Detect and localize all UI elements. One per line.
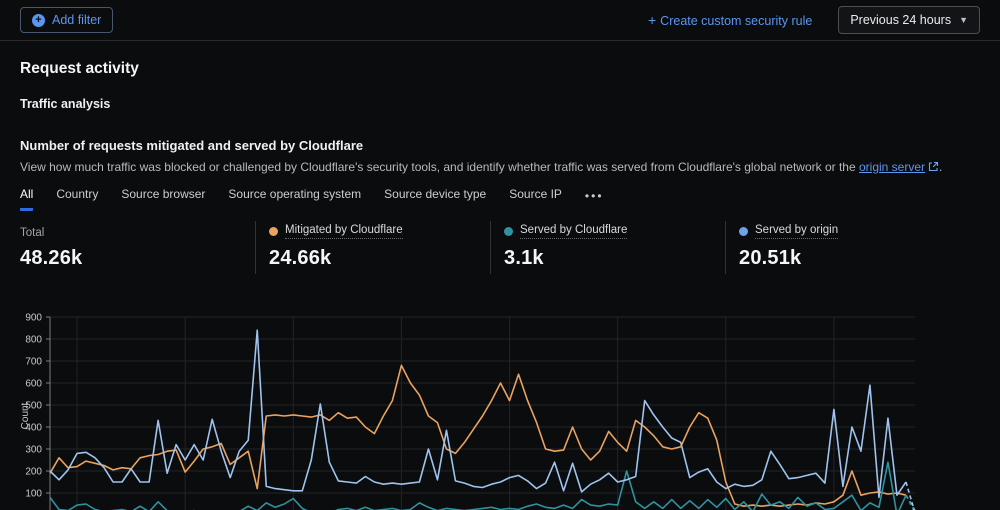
- stat-mitigated: Mitigated by Cloudflare 24.66k: [255, 221, 490, 274]
- svg-text:Count: Count: [20, 402, 31, 429]
- time-range-value: Previous 24 hours: [850, 13, 952, 27]
- stat-mitigated-label[interactable]: Mitigated by Cloudflare: [285, 224, 403, 239]
- served-origin-legend-dot: [739, 227, 748, 236]
- toolbar-right: + Create custom security rule Previous 24…: [648, 6, 980, 34]
- external-link-icon: [928, 161, 939, 175]
- svg-text:200: 200: [25, 467, 42, 478]
- svg-text:300: 300: [25, 445, 42, 456]
- tab-source-device-type[interactable]: Source device type: [384, 187, 486, 211]
- stat-mitigated-value: 24.66k: [269, 247, 332, 269]
- tab-country[interactable]: Country: [56, 187, 98, 211]
- svg-text:700: 700: [25, 357, 42, 368]
- add-filter-button[interactable]: + Add filter: [20, 7, 114, 33]
- add-filter-label: Add filter: [52, 13, 102, 27]
- dimension-tabs: All Country Source browser Source operat…: [20, 187, 980, 211]
- tab-source-ip[interactable]: Source IP: [509, 187, 562, 211]
- stat-served-cloudflare-label[interactable]: Served by Cloudflare: [520, 224, 628, 239]
- stat-total-value: 48.26k: [20, 247, 83, 269]
- stat-served-origin: Served by origin 20.51k: [725, 221, 960, 274]
- tab-source-browser[interactable]: Source browser: [121, 187, 205, 211]
- svg-text:800: 800: [25, 335, 42, 346]
- create-custom-security-rule-link[interactable]: + Create custom security rule: [648, 12, 812, 28]
- tab-all[interactable]: All: [20, 187, 34, 211]
- tabs-overflow-button[interactable]: •••: [585, 189, 604, 210]
- stat-served-origin-label[interactable]: Served by origin: [755, 224, 839, 239]
- toolbar: + Add filter + Create custom security rul…: [0, 0, 1000, 41]
- traffic-chart[interactable]: 010020030040050060070080090018:0021:00Sa…: [20, 307, 980, 510]
- traffic-chart-container: 010020030040050060070080090018:0021:00Sa…: [20, 307, 980, 510]
- chart-section-description: View how much traffic was blocked or cha…: [20, 160, 943, 175]
- main-content: Request activity Traffic analysis Number…: [0, 60, 1000, 510]
- chart-section-heading: Number of requests mitigated and served …: [20, 138, 364, 153]
- plus-circle-icon: +: [32, 13, 45, 27]
- svg-text:900: 900: [25, 313, 42, 324]
- svg-text:100: 100: [25, 489, 42, 500]
- stat-served-origin-value: 20.51k: [739, 247, 802, 269]
- tab-source-operating-system[interactable]: Source operating system: [228, 187, 361, 211]
- page-title: Request activity: [20, 60, 139, 77]
- mitigated-legend-dot: [269, 227, 278, 236]
- stat-served-cloudflare-value: 3.1k: [504, 247, 544, 269]
- chevron-down-icon: ▼: [959, 15, 968, 25]
- svg-text:600: 600: [25, 379, 42, 390]
- stat-total-label: Total: [20, 227, 45, 239]
- served-cloudflare-legend-dot: [504, 227, 513, 236]
- time-range-dropdown[interactable]: Previous 24 hours ▼: [838, 6, 980, 34]
- stat-total: Total 48.26k: [20, 221, 255, 274]
- summary-stats: Total 48.26k Mitigated by Cloudflare 24.…: [20, 221, 980, 274]
- stat-served-cloudflare: Served by Cloudflare 3.1k: [490, 221, 725, 274]
- plus-icon: +: [647, 12, 657, 28]
- origin-server-link[interactable]: origin server: [859, 160, 925, 174]
- traffic-analysis-heading: Traffic analysis: [20, 97, 111, 111]
